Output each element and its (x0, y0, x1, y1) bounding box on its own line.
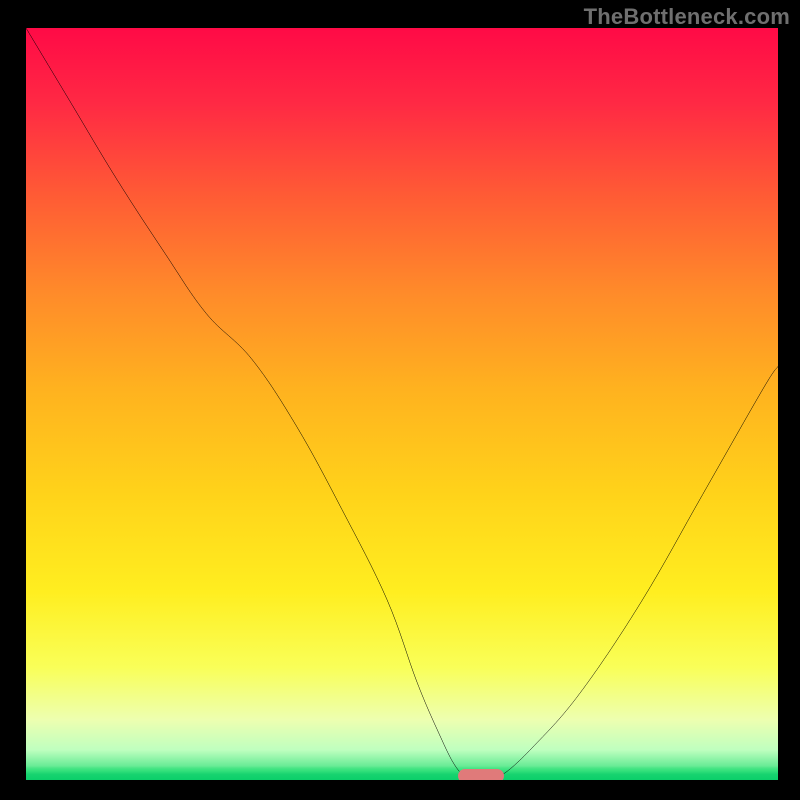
optimal-marker (458, 769, 504, 780)
chart-frame: TheBottleneck.com (0, 0, 800, 800)
watermark-text: TheBottleneck.com (584, 4, 790, 30)
bottleneck-curve (26, 28, 778, 780)
plot-area (26, 28, 778, 780)
